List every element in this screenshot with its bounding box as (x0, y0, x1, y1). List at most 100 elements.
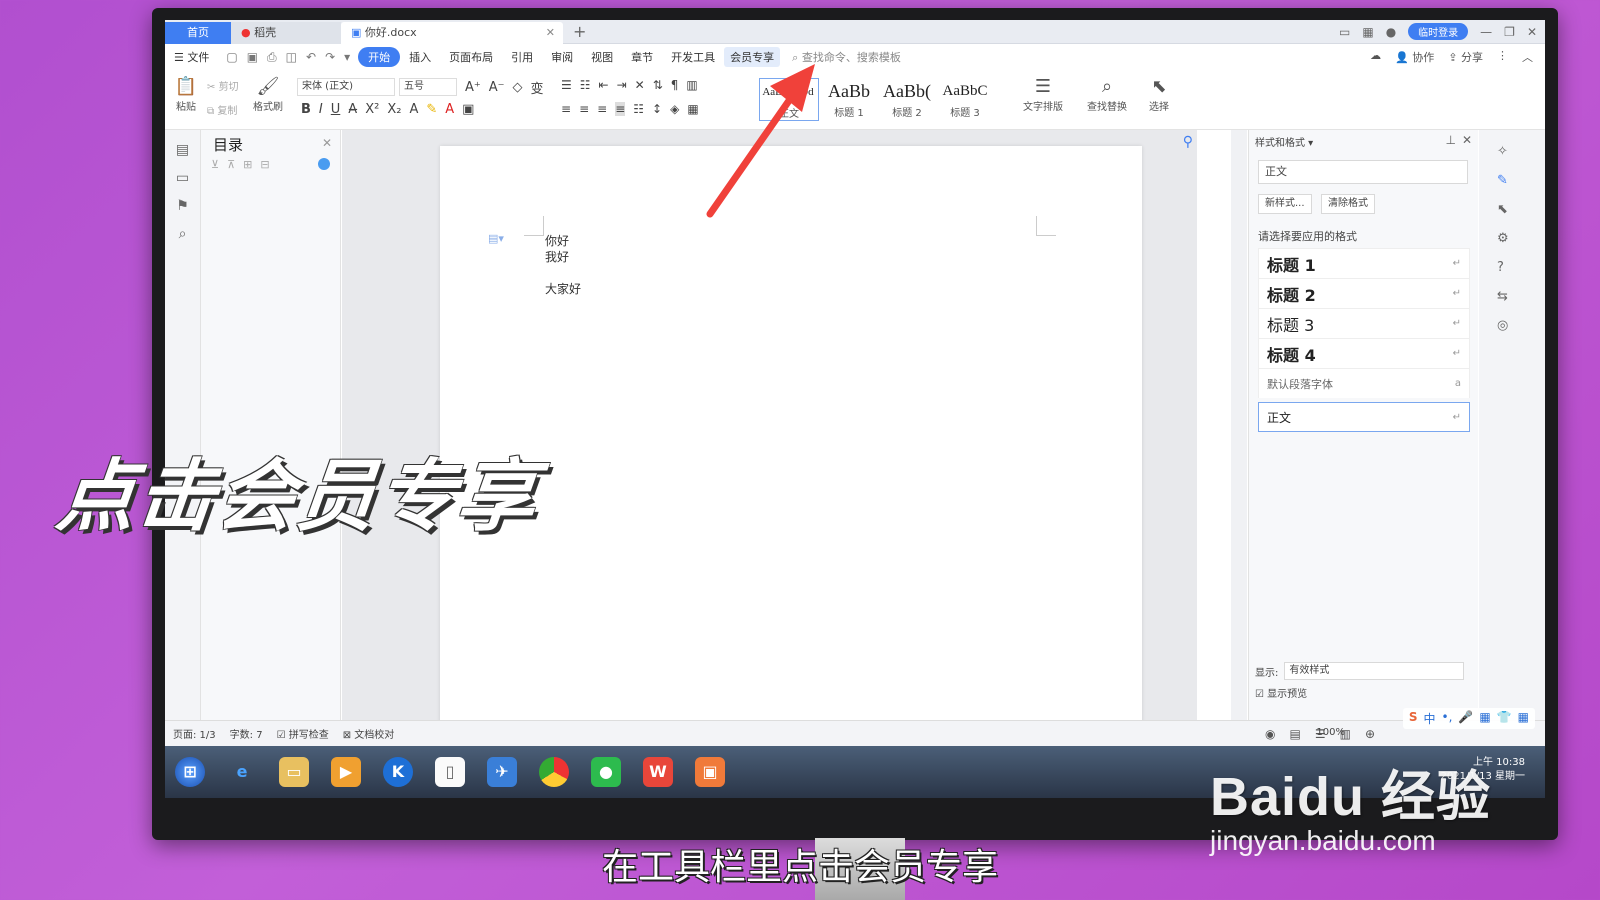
spell-check[interactable]: ☑ 拼写检查 (277, 726, 329, 741)
underline-icon[interactable]: U (331, 102, 341, 117)
zoom-level[interactable]: 100% (1316, 727, 1345, 738)
settings-tool-icon[interactable]: ⚙ (1479, 231, 1545, 246)
subscript-icon[interactable]: X₂ (387, 102, 401, 117)
edit-tool-icon[interactable]: ✎ (1479, 173, 1545, 188)
login-button[interactable]: 临时登录 (1408, 23, 1469, 40)
align-right-icon[interactable]: ≡ (597, 102, 607, 116)
add-level-icon[interactable]: ⊞ (243, 158, 252, 171)
superscript-icon[interactable]: X² (365, 102, 379, 117)
save-icon[interactable]: ▢ (226, 50, 237, 65)
ime-mic-icon[interactable]: 🎤 (1458, 710, 1473, 727)
k-app-icon[interactable]: K (383, 757, 413, 787)
web-view-icon[interactable]: ⊕ (1365, 727, 1375, 741)
text-layout-button[interactable]: ☰ 文字排版 (1017, 76, 1069, 113)
show-filter-select[interactable]: 有效样式 (1284, 662, 1465, 680)
word-count[interactable]: 字数: 7 (230, 726, 263, 741)
style-item-default-font[interactable]: 默认段落字体 a (1258, 368, 1470, 398)
eye-protection-icon[interactable]: ◉ (1265, 727, 1275, 741)
close-panel-icon[interactable]: ✕ (1462, 133, 1472, 147)
font-size-select[interactable]: 五号 (399, 78, 457, 96)
document-page[interactable]: ▤▾ 你好 我好 大家好 (440, 146, 1142, 726)
tab-document[interactable]: ▣ 你好.docx ✕ (341, 22, 563, 44)
more-chevron-icon[interactable]: ▾ (344, 50, 350, 65)
menu-chapter[interactable]: 章节 (622, 49, 662, 65)
tab-home[interactable]: 首页 (165, 22, 231, 44)
menu-view[interactable]: 视图 (582, 49, 622, 65)
export-icon[interactable]: ▣ (247, 50, 258, 65)
distribute-icon[interactable]: ☷ (633, 102, 644, 116)
preview-icon[interactable]: ◫ (286, 50, 297, 65)
select-tool-icon[interactable]: ⬉ (1479, 202, 1545, 217)
start-button-icon[interactable]: ⊞ (175, 757, 205, 787)
select-button[interactable]: ⬉ 选择 (1141, 76, 1177, 113)
bullet-list-icon[interactable]: ☰ (561, 78, 572, 92)
shading-icon[interactable]: ◈ (670, 102, 679, 116)
font-color-icon[interactable]: A (445, 102, 454, 117)
expand-icon[interactable]: ⊻ (211, 158, 219, 171)
bold-icon[interactable]: B (301, 102, 311, 117)
ime-chinese-icon[interactable]: 中 (1423, 710, 1435, 727)
new-tab-icon[interactable]: + (573, 22, 586, 41)
close-icon[interactable]: ✕ (322, 136, 332, 150)
find-replace-button[interactable]: ⌕ 查找替换 (1081, 76, 1133, 113)
cut-button[interactable]: ✂ 剪切 (207, 78, 239, 93)
ie-icon[interactable]: e (227, 757, 257, 787)
numbered-list-icon[interactable]: ☷ (580, 78, 591, 92)
doc-proof[interactable]: ⊠ 文档校对 (343, 726, 395, 741)
clear-format-button[interactable]: 清除格式 (1321, 194, 1375, 214)
file-menu[interactable]: ☰ 文件 (165, 49, 218, 65)
undo-icon[interactable]: ↶ (306, 50, 316, 65)
style-heading-3[interactable]: AaBbC 标题 3 (937, 78, 993, 119)
align-left-icon[interactable]: ≡ (561, 102, 571, 116)
char-border-icon[interactable]: ▣ (462, 102, 474, 117)
remove-level-icon[interactable]: ⊟ (260, 158, 269, 171)
align-center-icon[interactable]: ≡ (579, 102, 589, 116)
avatar-icon[interactable]: ● (1386, 25, 1396, 39)
clear-format-icon[interactable]: ◇ (513, 80, 523, 95)
menu-page-layout[interactable]: 页面布局 (440, 49, 502, 65)
explorer-icon[interactable]: ▭ (279, 757, 309, 787)
media-player-icon[interactable]: ▶ (331, 757, 361, 787)
italic-icon[interactable]: I (319, 102, 323, 117)
restore-icon[interactable]: ❐ (1504, 25, 1515, 39)
presentation-icon[interactable]: ▣ (695, 757, 725, 787)
sort-icon[interactable]: ⇅ (653, 78, 663, 92)
vertical-scrollbar[interactable] (1231, 130, 1247, 720)
style-tool-icon[interactable]: ✧ (1479, 144, 1545, 159)
strikethrough-icon[interactable]: A̶ (348, 102, 357, 117)
toc-nav-icon[interactable]: ▤ (165, 142, 200, 158)
close-tab-icon[interactable]: ✕ (546, 22, 555, 44)
current-style-select[interactable]: 正文 (1258, 160, 1468, 184)
help-icon[interactable]: ? (1479, 260, 1545, 275)
ime-keyboard-icon[interactable]: ▦ (1479, 710, 1490, 727)
print-icon[interactable]: ⎙ (267, 50, 277, 65)
ime-menu-icon[interactable]: ▦ (1518, 710, 1529, 727)
menu-start[interactable]: 开始 (358, 47, 401, 67)
decrease-indent-icon[interactable]: ⇤ (599, 78, 609, 92)
format-painter-button[interactable]: 🖌 格式刷 (251, 76, 285, 113)
grid-icon[interactable]: ▦ (1362, 25, 1373, 39)
pin-icon[interactable]: ⊥ (1446, 133, 1456, 147)
notepad-icon[interactable]: ▯ (435, 757, 465, 787)
tab-daoke[interactable]: ● 稻壳 (231, 22, 341, 44)
style-item-heading-1[interactable]: 标题 1 ↵ (1258, 248, 1470, 278)
paste-button[interactable]: 📋 粘贴 (171, 76, 201, 113)
command-search[interactable]: ⌕ 查找命令、搜索模板 (780, 49, 901, 65)
chapter-nav-icon[interactable]: ▭ (165, 170, 200, 186)
phonetic-icon[interactable]: 变 (531, 78, 544, 97)
shrink-font-icon[interactable]: A⁻ (489, 80, 505, 95)
chinese-layout-icon[interactable]: ✕ (635, 78, 645, 92)
increase-indent-icon[interactable]: ⇥ (617, 78, 627, 92)
justify-icon[interactable]: ≡ (615, 102, 626, 116)
bookmark-icon[interactable]: ⚑ (165, 198, 200, 214)
menu-insert[interactable]: 插入 (400, 49, 440, 65)
menu-dev-tools[interactable]: 开发工具 (662, 49, 724, 65)
page-count[interactable]: 页面: 1/3 (173, 726, 216, 741)
style-item-heading-4[interactable]: 标题 4 ↵ (1258, 338, 1470, 368)
style-item-heading-2[interactable]: 标题 2 ↵ (1258, 278, 1470, 308)
location-pin-icon[interactable]: ⚲ (1183, 134, 1193, 150)
collapse-icon[interactable]: ⊼ (227, 158, 235, 171)
bird-app-icon[interactable]: ✈ (487, 757, 517, 787)
menu-reference[interactable]: 引用 (502, 49, 542, 65)
minimize-icon[interactable]: — (1480, 25, 1492, 39)
